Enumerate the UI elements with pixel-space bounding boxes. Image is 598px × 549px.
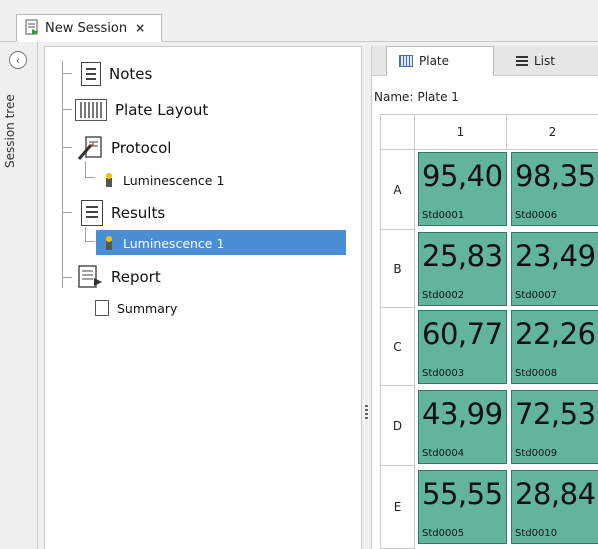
grid-corner [380,114,415,150]
well-id: Std0006 [515,210,558,221]
well-value: 28,84 [515,477,596,511]
protocol-icon [77,135,103,161]
well-id: Std0001 [422,210,465,221]
report-icon [77,264,103,290]
well-id: Std0004 [422,448,465,459]
session-tree-panel: Notes Plate Layout Protocol Luminescence… [44,46,362,549]
session-tree-label[interactable]: Session tree [3,58,17,168]
results-icon [81,200,103,226]
row-header-d[interactable]: D [380,386,415,466]
well-value: 25,83 [422,239,503,273]
well-d1[interactable]: 43,99 Std0004 [418,390,507,464]
tab-list[interactable]: List [502,46,592,76]
well-id: Std0009 [515,448,558,459]
luminescence-icon [103,172,115,188]
tree-item-notes[interactable]: Notes [81,59,152,89]
well-id: Std0002 [422,290,465,301]
well-id: Std0010 [515,528,558,539]
tree-item-results[interactable]: Results [81,198,165,228]
session-document-icon [25,19,39,38]
row-header-c[interactable]: C [380,308,415,386]
plate-name-label: Name: [374,90,414,104]
tree-item-protocol[interactable]: Protocol [77,133,171,163]
well-e2[interactable]: 28,84 Std0010 [511,470,598,544]
luminescence-icon [103,235,115,251]
well-d2[interactable]: 72,53 Std0009 [511,390,598,464]
tree-item-report[interactable]: Report [77,262,161,292]
well-value: 55,55 [422,477,503,511]
plate-name-row: Name: Plate 1 [374,90,459,104]
tree-item-summary[interactable]: Summary [95,293,177,323]
document-tab-strip: New Session × [0,0,598,42]
well-a1[interactable]: 95,40 Std0001 [418,152,507,226]
view-tab-strip: Plate List [372,46,598,76]
tab-title: New Session [45,20,128,36]
well-value: 22,26 [515,317,596,351]
row-header-e[interactable]: E [380,466,415,549]
session-tree-collapsed-strip: ‹ Session tree [0,42,38,549]
plate-view-icon [399,55,413,67]
tree-item-plate-layout[interactable]: Plate Layout [75,95,208,125]
well-value: 60,77 [422,317,503,351]
well-id: Std0007 [515,290,558,301]
row-header-a[interactable]: A [380,150,415,230]
tab-close-icon[interactable]: × [135,21,145,35]
summary-icon [95,300,109,316]
column-header-1[interactable]: 1 [415,114,507,150]
well-c1[interactable]: 60,77 Std0003 [418,310,507,384]
well-value: 98,35 [515,159,596,193]
tree-item-results-luminescence[interactable]: Luminescence 1 [103,228,224,258]
plate-name-value: Plate 1 [417,90,459,104]
well-id: Std0008 [515,368,558,379]
well-b1[interactable]: 25,83 Std0002 [418,232,507,306]
splitter-handle[interactable] [365,405,368,421]
tab-new-session[interactable]: New Session × [16,14,162,42]
well-id: Std0005 [422,528,465,539]
well-c2[interactable]: 22,26 Std0008 [511,310,598,384]
list-view-icon [516,56,528,66]
well-e1[interactable]: 55,55 Std0005 [418,470,507,544]
well-value: 43,99 [422,397,503,431]
tab-plate[interactable]: Plate [386,46,494,76]
plate-grid-icon [75,99,107,121]
well-value: 23,49 [515,239,596,273]
well-b2[interactable]: 23,49 Std0007 [511,232,598,306]
column-header-2[interactable]: 2 [507,114,598,150]
well-a2[interactable]: 98,35 Std0006 [511,152,598,226]
notes-icon [81,62,101,86]
well-value: 95,40 [422,159,503,193]
well-id: Std0003 [422,368,465,379]
plate-view-panel: Plate List Name: Plate 1 1 2 A B C D E 95… [371,46,598,549]
row-header-b[interactable]: B [380,230,415,308]
well-value: 72,53 [515,397,596,431]
tree-item-protocol-luminescence[interactable]: Luminescence 1 [103,165,224,195]
